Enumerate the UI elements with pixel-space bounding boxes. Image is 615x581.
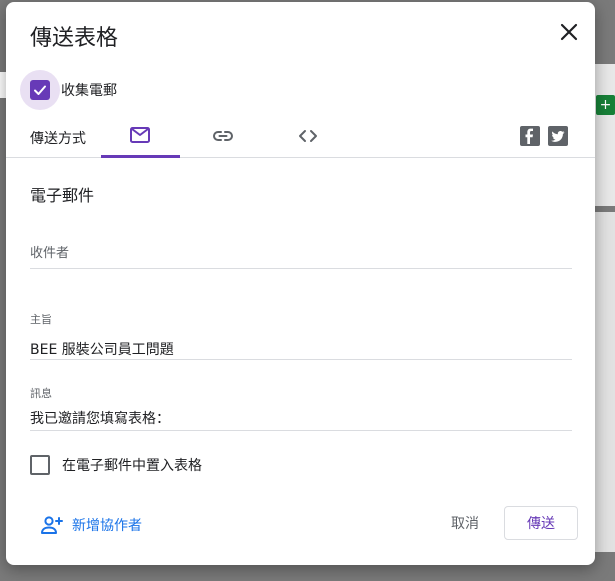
subject-input[interactable] <box>30 341 572 357</box>
collect-email-label: 收集電郵 <box>61 83 117 99</box>
sheets-icon: + <box>596 95 615 115</box>
recipients-field <box>30 242 572 269</box>
tab-selected-indicator <box>101 155 180 158</box>
send-form-dialog: 傳送表格 收集電郵 傳送方式 電子郵件 收件者 主旨 BEE 服裝公司員工問題 … <box>6 2 595 565</box>
twitter-icon <box>551 131 565 142</box>
embed-form-label: 在電子郵件中置入表格 <box>62 458 202 474</box>
send-via-bar: 傳送方式 <box>6 116 595 158</box>
dialog-title: 傳送表格 <box>30 26 119 51</box>
message-input[interactable] <box>30 410 572 426</box>
collect-email-checkbox[interactable] <box>20 70 60 110</box>
send-button[interactable]: 傳送 <box>504 506 578 540</box>
twitter-share-button[interactable] <box>548 126 568 146</box>
recipients-input[interactable] <box>30 245 572 261</box>
add-person-icon <box>41 516 63 534</box>
background-card <box>592 212 615 552</box>
checkbox-checked <box>30 80 50 100</box>
collect-email-row: 收集電郵 <box>20 70 117 110</box>
message-label: 訊息 <box>30 387 52 400</box>
cancel-button[interactable]: 取消 <box>437 506 493 540</box>
close-icon <box>560 23 578 41</box>
facebook-share-button[interactable] <box>520 126 540 146</box>
email-icon <box>130 127 150 143</box>
add-collaborators-label: 新增協作者 <box>72 518 142 534</box>
tab-link[interactable] <box>183 116 263 157</box>
background-card <box>592 64 615 206</box>
tab-email[interactable] <box>100 116 180 157</box>
message-field <box>30 408 572 431</box>
add-collaborators-button[interactable]: 新增協作者 <box>40 514 142 536</box>
embed-form-option[interactable]: 在電子郵件中置入表格 <box>30 455 202 475</box>
embed-form-checkbox[interactable] <box>30 455 50 475</box>
checkmark-icon <box>34 85 46 95</box>
link-icon <box>213 131 233 141</box>
close-button[interactable] <box>555 18 583 46</box>
send-via-label: 傳送方式 <box>30 131 86 147</box>
subject-field <box>30 339 572 360</box>
code-icon <box>299 130 317 142</box>
subject-label: 主旨 <box>30 313 52 326</box>
facebook-icon <box>525 128 533 144</box>
tab-embed[interactable] <box>268 116 348 157</box>
email-section-title: 電子郵件 <box>30 186 95 205</box>
